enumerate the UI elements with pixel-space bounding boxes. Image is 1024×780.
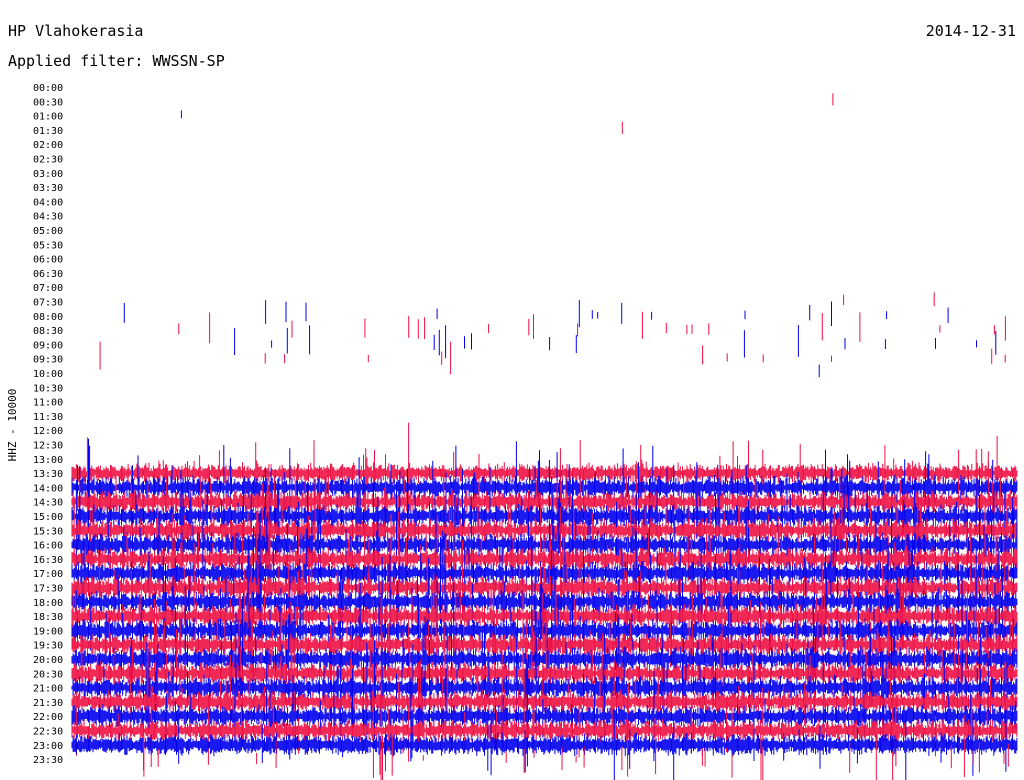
y-tick-label: 17:00: [33, 569, 63, 580]
y-tick-label: 14:30: [33, 498, 63, 509]
seismogram-plot: 00:00 00:30 01:00 01:30 02:00 02:30 03:00 03:30…: [33, 83, 1018, 780]
y-tick-label: 19:30: [33, 641, 63, 652]
y-tick-label: 03:30: [33, 183, 63, 194]
y-tick-label: 01:00: [33, 112, 63, 123]
y-tick-label: 04:00: [33, 197, 63, 208]
trace-row: [234, 325, 997, 359]
y-tick-label: 09:00: [33, 340, 63, 351]
y-tick-label: 22:00: [33, 712, 63, 723]
y-tick-label: 11:30: [33, 412, 63, 423]
y-tick-label: 18:30: [33, 612, 63, 623]
y-tick-label: 23:00: [33, 741, 63, 752]
y-tick-label: 21:30: [33, 698, 63, 709]
y-tick-label: 10:30: [33, 383, 63, 394]
y-tick-label: 08:00: [33, 312, 63, 323]
y-tick-label: 00:30: [33, 97, 63, 108]
y-tick-label: 12:00: [33, 426, 63, 437]
y-tick-label: 14:00: [33, 483, 63, 494]
y-tick-label: 05:30: [33, 240, 63, 251]
y-tick-label: 22:30: [33, 727, 63, 738]
y-tick-label: 17:30: [33, 584, 63, 595]
helicorder-chart: HP Vlahokerasia 2014-12-31 Applied filte…: [0, 0, 1024, 780]
y-tick-label: 19:00: [33, 626, 63, 637]
y-tick-label: 02:00: [33, 140, 63, 151]
y-tick-label: 07:30: [33, 298, 63, 309]
y-tick-label: 11:00: [33, 398, 63, 409]
y-tick-label: 12:30: [33, 441, 63, 452]
y-tick-label: 13:30: [33, 469, 63, 480]
y-tick-label: 15:00: [33, 512, 63, 523]
y-tick-label: 13:00: [33, 455, 63, 466]
y-tick-label: 23:30: [33, 755, 63, 766]
trace-row: [99, 341, 1006, 375]
y-tick-label: 08:30: [33, 326, 63, 337]
y-tick-label: 20:30: [33, 669, 63, 680]
y-tick-label: 10:00: [33, 369, 63, 380]
y-tick-label: 21:00: [33, 684, 63, 695]
y-tick-label: 05:00: [33, 226, 63, 237]
y-tick-label: 18:00: [33, 598, 63, 609]
trace-row: [843, 292, 935, 307]
y-tick-label: 02:30: [33, 155, 63, 166]
y-tick-label: 06:30: [33, 269, 63, 280]
y-tick-label: 03:00: [33, 169, 63, 180]
y-tick-label: 00:00: [33, 83, 63, 94]
y-tick-label: 20:00: [33, 655, 63, 666]
y-tick-label: 01:30: [33, 126, 63, 137]
y-tick-label: 04:30: [33, 212, 63, 223]
y-tick-label: 09:30: [33, 355, 63, 366]
y-tick-label: 06:00: [33, 255, 63, 266]
trace-row: [123, 300, 949, 328]
y-tick-label: 16:30: [33, 555, 63, 566]
y-tick-label: 15:30: [33, 526, 63, 537]
y-tick-label: 07:00: [33, 283, 63, 294]
y-tick-label: 16:00: [33, 541, 63, 552]
